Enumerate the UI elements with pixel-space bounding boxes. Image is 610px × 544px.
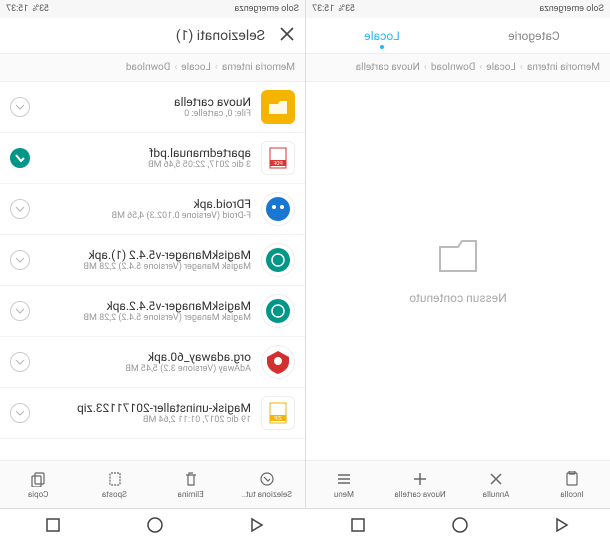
- carrier-text: Solo emergenza: [234, 4, 299, 14]
- breadcrumb: Memoria interna › Locale › Download › Nu…: [306, 54, 610, 82]
- select-all-icon: [258, 470, 276, 488]
- file-row[interactable]: FDroid.apkF-Droid (Versione 0.102.3) 4,5…: [0, 184, 305, 235]
- selection-header: Selezionati (1): [0, 18, 305, 54]
- crumb-item[interactable]: Locale: [177, 62, 215, 73]
- file-row[interactable]: PDF apartedmanual.pdf3 dic 2017, 22:05 5,…: [0, 133, 305, 184]
- paste-button[interactable]: Incolla: [534, 461, 610, 508]
- file-meta: AdAway (Versione 3.2) 5,45 MB: [38, 364, 251, 374]
- nav-recent-button[interactable]: [39, 515, 63, 539]
- file-row[interactable]: Nuova cartellaFile: 0, cartelle: 0: [0, 82, 305, 133]
- select-all-button[interactable]: Seleziona tut..: [229, 461, 305, 508]
- menu-button[interactable]: Menu: [306, 461, 382, 508]
- copy-button[interactable]: Copia: [0, 461, 76, 508]
- file-checkbox[interactable]: [10, 148, 30, 168]
- close-selection-button[interactable]: [279, 26, 295, 46]
- crumb-item[interactable]: Locale: [482, 62, 520, 73]
- file-name: MagiskManager-v5.4.2 (1).apk: [38, 248, 251, 262]
- nav-home-button[interactable]: [141, 515, 165, 539]
- apk-magisk-icon: [261, 243, 295, 277]
- paste-icon: [563, 470, 581, 488]
- apk-adaway-icon: [261, 345, 295, 379]
- status-bar: Solo emergenza 53% 15:37: [0, 0, 305, 18]
- crumb-item[interactable]: Memoria interna: [218, 62, 299, 73]
- empty-state: Nessun contenuto: [306, 82, 610, 460]
- file-meta: 3 dic 2017, 22:05 5,46 MB: [38, 160, 251, 170]
- empty-label: Nessun contenuto: [409, 291, 506, 305]
- crumb-item[interactable]: Nuova cartella: [352, 62, 424, 73]
- apk-magisk-icon: [261, 294, 295, 328]
- close-icon: [279, 26, 295, 42]
- move-icon: [105, 470, 123, 488]
- status-bar: Solo emergenza 53% 15:37: [306, 0, 610, 18]
- time-text: 15:37: [312, 4, 334, 14]
- file-row[interactable]: ZIP Magisk-uninstaller-20171123.zip19 dic…: [0, 388, 305, 439]
- system-nav-bar: [0, 508, 610, 544]
- tab-bar: Categorie Locale: [306, 18, 610, 54]
- file-row[interactable]: MagiskManager-v5.4.2.apkMagisk Manager (…: [0, 286, 305, 337]
- menu-icon: [335, 470, 353, 488]
- tab-categorie[interactable]: Categorie: [458, 18, 610, 53]
- file-meta: 19 dic 2017, 01:11 2,64 MB: [38, 415, 251, 425]
- trash-icon: [182, 470, 200, 488]
- file-list: Nuova cartellaFile: 0, cartelle: 0 PDF apa…: [0, 82, 305, 460]
- file-meta: Magisk Manager (Versione 5.4.2) 2,28 MB: [38, 262, 251, 272]
- svg-text:ZIP: ZIP: [274, 416, 282, 422]
- file-name: Magisk-uninstaller-20171123.zip: [38, 401, 251, 415]
- time-text: 15:37: [6, 4, 28, 14]
- crumb-item[interactable]: Download: [427, 62, 480, 73]
- cancel-button[interactable]: Annulla: [458, 461, 534, 508]
- tab-locale[interactable]: Locale: [306, 18, 458, 53]
- nav-back-button[interactable]: [547, 515, 571, 539]
- battery-text: 53%: [32, 4, 49, 14]
- file-meta: F-Droid (Versione 0.102.3) 4,56 MB: [38, 211, 251, 221]
- bottom-toolbar: Seleziona tut.. Elimina Sposta Copia: [0, 460, 305, 508]
- file-name: FDroid.apk: [38, 197, 251, 211]
- nav-recent-button[interactable]: [344, 515, 368, 539]
- file-name: apartedmanual.pdf: [38, 146, 251, 160]
- folder-icon: [261, 90, 295, 124]
- file-meta: File: 0, cartelle: 0: [38, 109, 251, 119]
- file-checkbox[interactable]: [10, 199, 30, 219]
- folder-empty-icon: [436, 237, 480, 279]
- file-checkbox[interactable]: [10, 301, 30, 321]
- file-row[interactable]: org.adaway_60.apkAdAway (Versione 3.2) 5…: [0, 337, 305, 388]
- file-checkbox[interactable]: [10, 352, 30, 372]
- pdf-icon: PDF: [261, 141, 295, 175]
- zip-icon: ZIP: [261, 396, 295, 430]
- carrier-text: Solo emergenza: [539, 4, 604, 14]
- battery-text: 53%: [338, 4, 355, 14]
- svg-text:PDF: PDF: [273, 161, 282, 167]
- nav-home-button[interactable]: [446, 515, 470, 539]
- file-name: MagiskManager-v5.4.2.apk: [38, 299, 251, 313]
- crumb-item[interactable]: Download: [122, 62, 175, 73]
- file-checkbox[interactable]: [10, 403, 30, 423]
- selection-title: Selezionati (1): [176, 28, 265, 44]
- nav-back-button[interactable]: [242, 515, 266, 539]
- delete-button[interactable]: Elimina: [153, 461, 229, 508]
- file-checkbox[interactable]: [10, 250, 30, 270]
- close-icon: [487, 470, 505, 488]
- new-folder-button[interactable]: Nuova cartella: [382, 461, 458, 508]
- copy-icon: [29, 470, 47, 488]
- bottom-toolbar: Incolla Annulla Nuova cartella Menu: [306, 460, 610, 508]
- file-checkbox[interactable]: [10, 97, 30, 117]
- file-row[interactable]: MagiskManager-v5.4.2 (1).apkMagisk Manag…: [0, 235, 305, 286]
- file-name: org.adaway_60.apk: [38, 350, 251, 364]
- breadcrumb: Memoria interna › Locale › Download: [0, 54, 305, 82]
- file-name: Nuova cartella: [38, 95, 251, 109]
- plus-icon: [411, 470, 429, 488]
- file-meta: Magisk Manager (Versione 5.4.2) 2,28 MB: [38, 313, 251, 323]
- apk-fdroid-icon: [261, 192, 295, 226]
- crumb-item[interactable]: Memoria interna: [523, 62, 604, 73]
- move-button[interactable]: Sposta: [76, 461, 152, 508]
